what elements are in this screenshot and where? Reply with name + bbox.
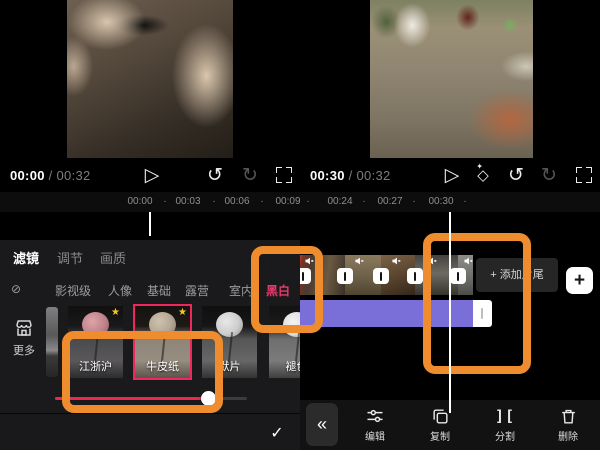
video-preview-bricks xyxy=(370,0,533,158)
category-indoor[interactable]: 室内 xyxy=(229,282,253,299)
timeline-ruler-right[interactable]: · 00:24 · 00:27 · 00:30 · xyxy=(300,192,600,212)
capcut-editor-screenshot: 00:00 / 00:32 ▷ ↺ ↻ 00:00 · 00:03 · 00:0… xyxy=(0,0,600,450)
transition-button[interactable] xyxy=(407,268,423,284)
ruler-tick: 00:24 xyxy=(327,196,352,207)
time-display: 00:30 / 00:32 xyxy=(310,168,391,183)
time-current: 00:00 xyxy=(10,168,45,183)
timeline-screen: 00:30 / 00:32 ▷ ◇✦ ↺ ↻ · 00:24 · 00:27 ·… xyxy=(300,0,600,450)
no-filter-icon[interactable]: ⊘ xyxy=(11,282,21,296)
sliders-icon xyxy=(349,405,401,427)
undo-button[interactable]: ↺ xyxy=(503,162,529,188)
muted-audio-icon xyxy=(392,257,401,265)
muted-audio-icon xyxy=(355,257,364,265)
redo-button[interactable]: ↻ xyxy=(536,162,562,188)
playback-controls-left: 00:00 / 00:32 ▷ ↺ ↻ xyxy=(0,158,300,192)
timeline-ruler-left[interactable]: 00:00 · 00:03 · 00:06 · 00:09 xyxy=(0,192,300,212)
keyframe-button[interactable]: ◇✦ xyxy=(470,162,496,188)
ruler-dot: · xyxy=(212,196,215,207)
category-cinematic[interactable]: 影视级 xyxy=(55,282,91,299)
ruler-dot: · xyxy=(260,196,263,207)
delete-button[interactable]: 删除 xyxy=(542,405,594,443)
add-clip-button[interactable]: + xyxy=(566,267,593,294)
ruler-tick: 00:03 xyxy=(175,196,200,207)
fullscreen-icon xyxy=(576,167,592,183)
trash-icon xyxy=(542,405,594,427)
copy-icon xyxy=(414,405,466,427)
ruler-dot: · xyxy=(163,196,166,207)
ruler-dot: · xyxy=(306,196,309,207)
ruler-dot: · xyxy=(362,196,365,207)
time-display: 00:00 / 00:32 xyxy=(10,168,91,183)
annotation-box-filter-names xyxy=(62,331,223,413)
undo-button[interactable]: ↺ xyxy=(202,162,228,188)
edit-button[interactable]: 编辑 xyxy=(349,405,401,443)
store-icon xyxy=(13,318,35,338)
confirm-button[interactable]: ✓ xyxy=(266,422,288,444)
filter-name: 褪色 xyxy=(269,358,300,374)
ruler-tick: 00:09 xyxy=(275,196,300,207)
play-button[interactable]: ▷ xyxy=(139,162,165,188)
tab-filters[interactable]: 滤镜 xyxy=(13,248,39,267)
keyframe-icon: ◇✦ xyxy=(477,166,489,184)
ruler-dot: · xyxy=(463,196,466,207)
playback-controls-right: 00:30 / 00:32 ▷ ◇✦ ↺ ↻ xyxy=(300,158,600,192)
ruler-tick: 00:30 xyxy=(428,196,453,207)
category-camping[interactable]: 露营 xyxy=(185,282,209,299)
redo-button[interactable]: ↻ xyxy=(237,162,263,188)
vip-star-icon: ★ xyxy=(111,307,120,318)
tab-adjust[interactable]: 调节 xyxy=(57,248,83,267)
category-portrait[interactable]: 人像 xyxy=(108,282,132,299)
annotation-box-black-white-category xyxy=(251,246,323,333)
collapse-toolbar-button[interactable]: « xyxy=(306,403,338,446)
transition-button[interactable] xyxy=(373,268,389,284)
playhead-left xyxy=(149,212,151,236)
category-basic[interactable]: 基础 xyxy=(147,282,171,299)
playhead-right xyxy=(449,212,451,413)
ruler-tick: 00:00 xyxy=(127,196,152,207)
copy-button[interactable]: 复制 xyxy=(414,405,466,443)
annotation-box-playhead-region xyxy=(423,233,531,374)
transition-button[interactable] xyxy=(337,268,353,284)
ruler-tick: 00:06 xyxy=(224,196,249,207)
more-label: 更多 xyxy=(7,342,41,358)
video-preview-carving xyxy=(67,0,233,158)
fullscreen-icon xyxy=(276,167,292,183)
time-current: 00:30 xyxy=(310,168,345,183)
more-filters-button[interactable]: 更多 xyxy=(7,318,41,358)
tab-quality[interactable]: 画质 xyxy=(100,248,126,267)
fullscreen-button[interactable] xyxy=(571,162,597,188)
fullscreen-button[interactable] xyxy=(271,162,297,188)
split-icon: ][ xyxy=(479,405,531,427)
partial-filter-thumbnail[interactable] xyxy=(46,307,58,377)
panel-bottom-bar: ✓ xyxy=(0,413,300,450)
rose-thumbnail xyxy=(216,312,243,337)
play-button[interactable]: ▷ xyxy=(439,162,465,188)
ruler-tick: 00:27 xyxy=(377,196,402,207)
vip-star-icon: ★ xyxy=(178,307,187,318)
split-button[interactable]: ][ 分割 xyxy=(479,405,531,443)
ruler-dot: · xyxy=(412,196,415,207)
